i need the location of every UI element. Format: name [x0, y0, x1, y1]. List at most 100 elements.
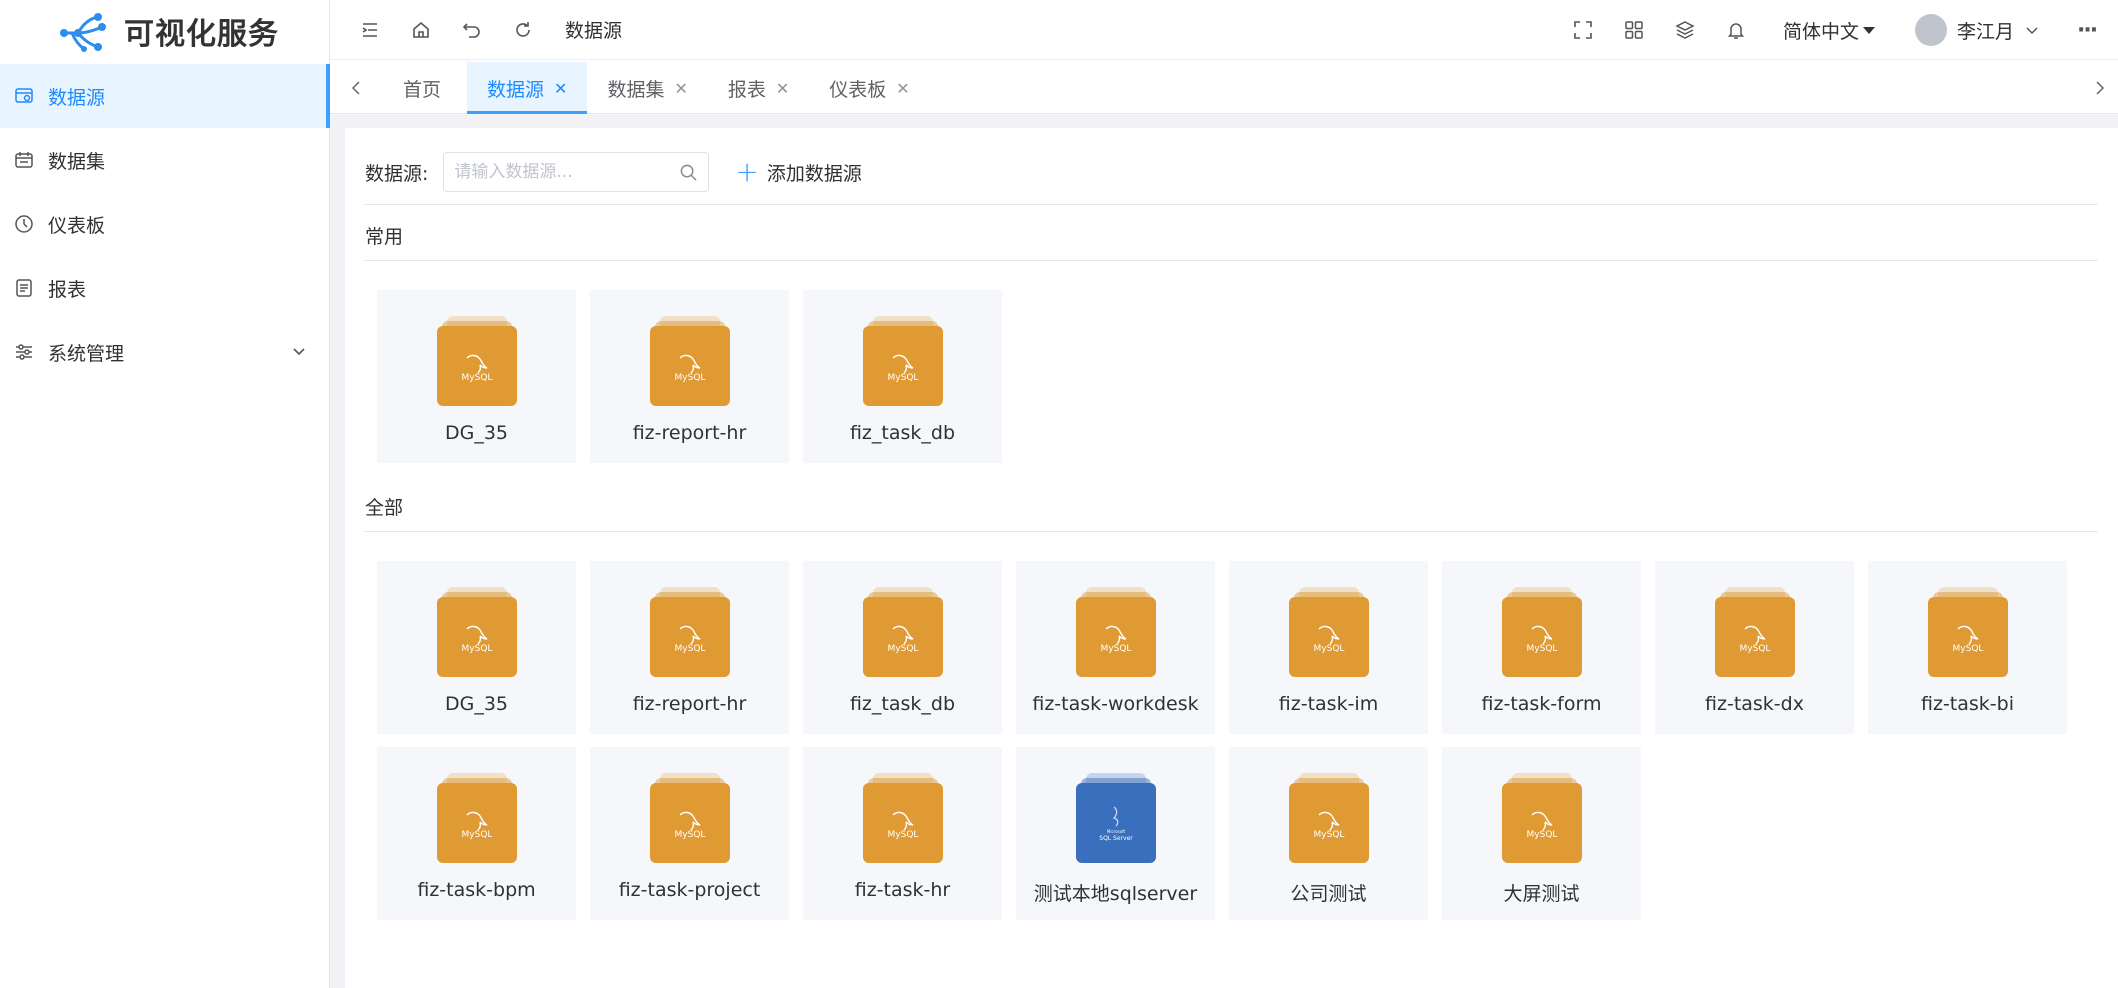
fullscreen-icon[interactable]: [1573, 20, 1593, 40]
datasource-card[interactable]: MySQL fiz-task-im: [1229, 561, 1428, 734]
section-title-common: 常用: [365, 226, 404, 248]
common-datasource-grid: MySQL DG_35 MySQL fiz-report-hr MySQL fiz_tas…: [377, 290, 2097, 476]
tabs-bar: 首页 数据源 ✕ 数据集 ✕ 报表 ✕ 仪表板 ✕: [330, 62, 2118, 114]
sidebar-item-dataset[interactable]: 数据集: [0, 128, 329, 192]
sliders-icon: [14, 342, 34, 362]
add-datasource-button[interactable]: + 添加数据源: [735, 155, 862, 188]
undo-icon[interactable]: [462, 20, 482, 40]
refresh-icon[interactable]: [513, 20, 533, 40]
tab-report[interactable]: 报表 ✕: [708, 62, 809, 114]
datasource-name: fiz-task-bpm: [417, 879, 536, 901]
document-icon: [14, 278, 34, 298]
search-input[interactable]: [444, 153, 709, 191]
search-icon[interactable]: [679, 163, 698, 182]
datasource-card[interactable]: MySQL fiz-task-dx: [1655, 561, 1854, 734]
mysql-dolphin-icon: MySQL: [461, 354, 492, 383]
close-icon[interactable]: ✕: [674, 79, 687, 98]
mysql-db-icon: MySQL: [649, 587, 730, 683]
sidebar-item-label: 报表: [48, 278, 87, 301]
language-select[interactable]: 简体中文: [1783, 17, 1875, 44]
chevron-left-icon[interactable]: [346, 78, 366, 98]
datasource-panel: 数据源: + 添加数据源 常用 MySQL DG_35 MySQL fiz-repor…: [345, 128, 2118, 988]
mysql-dolphin-icon: MySQL: [1313, 625, 1344, 654]
datasource-card[interactable]: MySQL fiz-task-form: [1442, 561, 1641, 734]
svg-text:MySQL: MySQL: [674, 830, 705, 840]
sidebar-item-system[interactable]: 系统管理: [0, 320, 329, 384]
sidebar-menu: 数据源 数据集 仪表板 报表 系统管理: [0, 64, 330, 384]
svg-text:MySQL: MySQL: [461, 830, 492, 840]
mysql-dolphin-icon: MySQL: [461, 811, 492, 840]
chevron-right-icon[interactable]: [2090, 78, 2110, 98]
mysql-db-icon: MySQL: [1501, 587, 1582, 683]
datasource-icon: [14, 86, 34, 106]
tab-dataset[interactable]: 数据集 ✕: [587, 62, 707, 114]
datasource-card[interactable]: MySQL fiz-report-hr: [590, 561, 789, 734]
bell-icon[interactable]: [1726, 20, 1746, 40]
datasource-card[interactable]: MySQL fiz_task_db: [803, 290, 1002, 463]
sidebar-item-datasource[interactable]: 数据源: [0, 64, 330, 128]
svg-text:MySQL: MySQL: [1526, 830, 1557, 840]
mysql-dolphin-icon: MySQL: [674, 354, 705, 383]
datasource-card[interactable]: MySQL fiz-task-workdesk: [1016, 561, 1215, 734]
close-icon[interactable]: ✕: [896, 79, 909, 98]
mysql-dolphin-icon: MySQL: [1739, 625, 1770, 654]
datasource-card[interactable]: MySQL fiz-report-hr: [590, 290, 789, 463]
datasource-card[interactable]: MySQL fiz-task-project: [590, 747, 789, 920]
datasource-card[interactable]: MySQL fiz-task-bi: [1868, 561, 2067, 734]
datasource-card[interactable]: MySQL fiz_task_db: [803, 561, 1002, 734]
tab-dashboard[interactable]: 仪表板 ✕: [809, 62, 929, 114]
close-icon[interactable]: ✕: [554, 79, 567, 98]
datasource-card[interactable]: Microsoft SQL Server 测试本地sqlserver: [1016, 747, 1215, 920]
datasource-card[interactable]: MySQL DG_35: [377, 561, 576, 734]
sidebar-item-report[interactable]: 报表: [0, 256, 329, 320]
svg-text:MySQL: MySQL: [887, 373, 918, 383]
mysql-db-icon: MySQL: [1714, 587, 1795, 683]
mysql-dolphin-icon: MySQL: [887, 625, 918, 654]
mysql-dolphin-icon: MySQL: [1952, 625, 1983, 654]
sqlserver-db-icon: Microsoft SQL Server: [1075, 773, 1156, 869]
svg-text:MySQL: MySQL: [1100, 644, 1131, 654]
tab-datasource[interactable]: 数据源 ✕: [467, 62, 588, 114]
all-datasource-grid: MySQL DG_35 MySQL fiz-report-hr MySQL fiz_tas…: [377, 561, 2097, 933]
plus-icon: +: [735, 155, 759, 188]
mysql-db-icon: MySQL: [862, 587, 943, 683]
app-logo[interactable]: 可视化服务: [0, 0, 329, 62]
apps-grid-icon[interactable]: [1624, 20, 1644, 40]
sidebar-item-label: 仪表板: [48, 214, 106, 237]
mysql-dolphin-icon: MySQL: [1526, 811, 1557, 840]
datasource-name: fiz-task-bi: [1921, 693, 2014, 715]
mysql-dolphin-icon: MySQL: [887, 354, 918, 383]
datasource-card[interactable]: MySQL DG_35: [377, 290, 576, 463]
app-title: 可视化服务: [124, 17, 279, 52]
datasource-name: fiz_task_db: [849, 693, 956, 715]
datasource-name: 公司测试: [1290, 883, 1367, 905]
user-menu[interactable]: 李江月: [1914, 14, 2040, 46]
datasource-card[interactable]: MySQL fiz-task-hr: [803, 747, 1002, 920]
mysql-db-icon: MySQL: [436, 587, 517, 683]
layers-icon[interactable]: [1675, 20, 1695, 40]
datasource-name: fiz-task-project: [618, 879, 761, 901]
svg-text:MySQL: MySQL: [461, 373, 492, 383]
svg-text:MySQL: MySQL: [1739, 644, 1770, 654]
svg-text:MySQL: MySQL: [1526, 644, 1557, 654]
mysql-dolphin-icon: MySQL: [1100, 625, 1131, 654]
datasource-name: 大屏测试: [1503, 883, 1580, 905]
close-icon[interactable]: ✕: [776, 79, 789, 98]
mysql-db-icon: MySQL: [862, 773, 943, 869]
svg-text:MySQL: MySQL: [1952, 644, 1983, 654]
datasource-card[interactable]: MySQL fiz-task-bpm: [377, 747, 576, 920]
sidebar-item-dashboard[interactable]: 仪表板: [0, 192, 329, 256]
svg-text:MySQL: MySQL: [887, 830, 918, 840]
more-icon[interactable]: ···: [2077, 18, 2101, 43]
datasource-name: DG_35: [444, 422, 509, 444]
svg-text:MySQL: MySQL: [674, 373, 705, 383]
mysql-db-icon: MySQL: [1927, 587, 2008, 683]
datasource-name: fiz_task_db: [849, 422, 956, 444]
menu-toggle-icon[interactable]: [360, 20, 380, 40]
tab-home[interactable]: 首页: [383, 62, 467, 114]
datasource-card[interactable]: MySQL 公司测试: [1229, 747, 1428, 920]
add-datasource-label: 添加数据源: [766, 162, 862, 185]
datasource-card[interactable]: MySQL 大屏测试: [1442, 747, 1641, 920]
mysql-db-icon: MySQL: [1075, 587, 1156, 683]
home-icon[interactable]: [411, 20, 431, 40]
